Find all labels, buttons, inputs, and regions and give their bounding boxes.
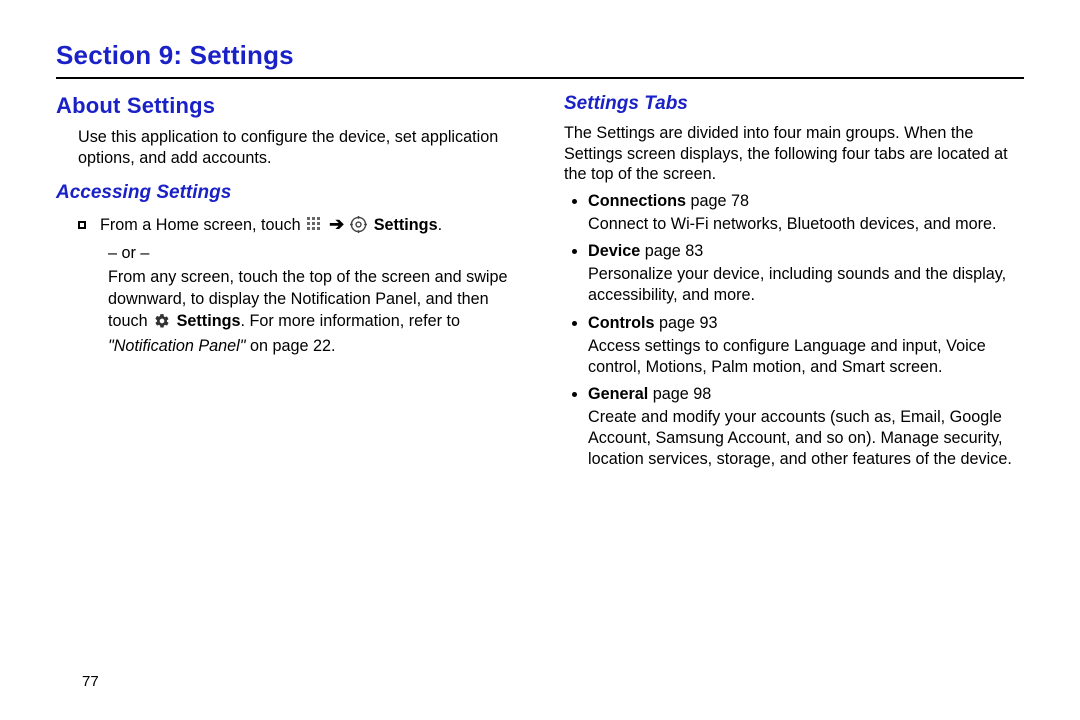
notification-panel-ref: "Notification Panel" (108, 337, 245, 355)
tab-page: page 93 (655, 314, 718, 332)
tab-item-connections: Connections page 78 Connect to Wi-Fi net… (588, 191, 1024, 235)
access-step-1-pre: From a Home screen, touch (100, 216, 305, 234)
divider (56, 77, 1024, 79)
about-settings-intro: Use this application to configure the de… (56, 127, 516, 168)
settings-label: Settings (369, 216, 437, 234)
or-separator: – or – (108, 244, 516, 263)
right-column: Settings Tabs The Settings are divided i… (564, 93, 1024, 476)
tab-item-general: General page 98 Create and modify your a… (588, 384, 1024, 470)
access-step-2: From any screen, touch the top of the sc… (56, 267, 516, 357)
settings-tabs-heading: Settings Tabs (564, 93, 1024, 115)
tab-name: Device (588, 242, 640, 260)
access-step-2-pg: on page 22. (245, 337, 335, 355)
page-number: 77 (82, 673, 99, 690)
settings-tabs-intro: The Settings are divided into four main … (564, 123, 1024, 185)
access-step-2b: . For more information, refer to (240, 312, 460, 330)
settings-label-2: Settings (177, 312, 241, 330)
accessing-settings-heading: Accessing Settings (56, 182, 516, 204)
tab-name: General (588, 385, 648, 403)
tab-item-controls: Controls page 93 Access settings to conf… (588, 313, 1024, 378)
settings-gear-icon (350, 216, 367, 240)
tab-desc: Connect to Wi-Fi networks, Bluetooth dev… (588, 214, 1024, 235)
two-column-layout: About Settings Use this application to c… (56, 93, 1024, 476)
manual-page: Section 9: Settings About Settings Use t… (0, 0, 1080, 720)
tab-desc: Personalize your device, including sound… (588, 264, 1024, 306)
tab-page: page 98 (648, 385, 711, 403)
square-bullet-icon (78, 221, 86, 229)
apps-grid-icon (307, 217, 323, 240)
section-title: Section 9: Settings (56, 40, 1024, 71)
about-settings-heading: About Settings (56, 93, 516, 119)
tab-name: Controls (588, 314, 655, 332)
tab-page: page 83 (640, 242, 703, 260)
tab-item-device: Device page 83 Personalize your device, … (588, 241, 1024, 306)
left-column: About Settings Use this application to c… (56, 93, 516, 476)
arrow-icon: ➔ (329, 214, 344, 234)
tab-name: Connections (588, 192, 686, 210)
settings-tabs-list: Connections page 78 Connect to Wi-Fi net… (564, 191, 1024, 470)
period: . (438, 216, 443, 234)
tab-desc: Access settings to configure Language an… (588, 336, 1024, 378)
settings-gear-icon (154, 313, 170, 336)
tab-desc: Create and modify your accounts (such as… (588, 407, 1024, 470)
tab-page: page 78 (686, 192, 749, 210)
access-step-1: From a Home screen, touch ➔ Settings. (56, 212, 516, 240)
